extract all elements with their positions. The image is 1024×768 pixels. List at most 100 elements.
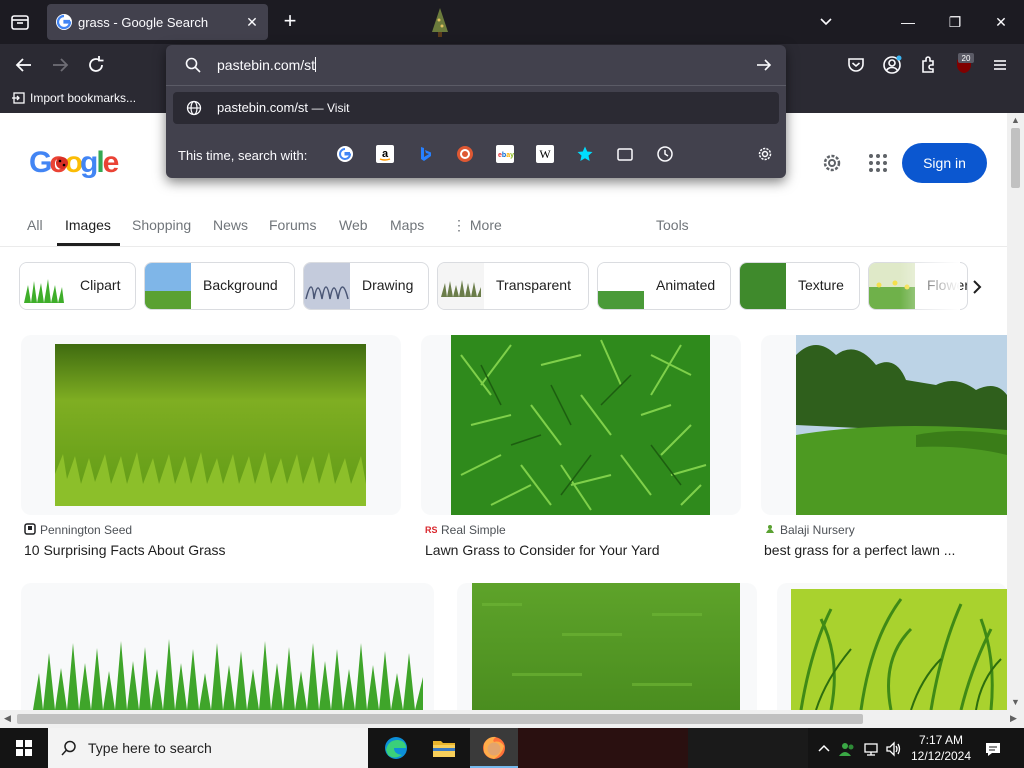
result-caption[interactable]: Lawn Grass to Consider for Your Yard	[425, 542, 660, 558]
tab-news[interactable]: News	[213, 217, 248, 233]
result-caption[interactable]: best grass for a perfect lawn ...	[764, 542, 955, 558]
tab-more[interactable]: ⋮ More	[452, 217, 502, 234]
tab-close-icon[interactable]: ✕	[242, 12, 262, 32]
grass-image-6[interactable]	[791, 589, 1007, 710]
reload-icon[interactable]	[84, 53, 108, 77]
ebay-engine-icon[interactable]: ebay	[496, 145, 514, 163]
google-doodle-logo[interactable]: Google	[29, 144, 121, 188]
tab-title: grass - Google Search	[78, 15, 209, 30]
scroll-down-arrow-icon[interactable]: ▼	[1011, 697, 1020, 707]
horizontal-scroll-thumb[interactable]	[17, 714, 863, 724]
duckduckgo-engine-icon[interactable]	[456, 145, 474, 163]
grass-image-1[interactable]	[55, 344, 366, 506]
chip-transparent[interactable]: Transparent	[437, 262, 589, 310]
tab-web[interactable]: Web	[339, 217, 368, 233]
url-suggestion[interactable]: pastebin.com/st — Visit	[173, 92, 779, 124]
show-hidden-icons-icon[interactable]	[815, 740, 833, 758]
chip-fade	[900, 261, 960, 311]
pocket-icon[interactable]	[844, 53, 868, 77]
minimize-icon[interactable]: —	[894, 8, 922, 36]
tab-list-icon[interactable]	[8, 10, 32, 34]
chip-texture[interactable]: Texture	[739, 262, 860, 310]
search-icon	[61, 740, 76, 756]
account-icon[interactable]	[880, 53, 904, 77]
garden-image-3[interactable]	[796, 335, 1007, 515]
taskbar-background-art	[518, 728, 688, 768]
restore-icon[interactable]: ❐	[941, 8, 969, 36]
tab-maps[interactable]: Maps	[390, 217, 424, 233]
suggestion-text: pastebin.com/st — Visit	[217, 100, 350, 115]
go-arrow-icon[interactable]	[754, 55, 774, 75]
close-window-icon[interactable]: ✕	[987, 8, 1015, 36]
bookmarks-star-icon[interactable]	[576, 145, 594, 163]
urlbar-dropdown: pastebin.com/st pastebin.com/st — Visit …	[166, 45, 786, 178]
firefox-icon[interactable]	[470, 728, 518, 768]
taskbar-search-box[interactable]: Type here to search	[48, 728, 368, 768]
vertical-scrollbar[interactable]: ▲ ▼	[1007, 113, 1024, 710]
new-tab-icon[interactable]: +	[278, 10, 302, 34]
balaji-favicon-icon	[764, 523, 776, 535]
forward-icon[interactable]	[48, 53, 72, 77]
tab-forums[interactable]: Forums	[269, 217, 316, 233]
chip-label: Background	[203, 277, 278, 293]
settings-gear-icon[interactable]	[820, 151, 844, 175]
tab-images[interactable]: Images	[65, 217, 111, 233]
scroll-right-arrow-icon[interactable]: ▶	[1010, 713, 1017, 724]
import-icon	[12, 92, 25, 104]
grass-image-4[interactable]	[33, 633, 423, 710]
url-input[interactable]: pastebin.com/st	[217, 57, 317, 73]
search-engine-row: This time, search with: a ebay W	[166, 138, 786, 170]
result-caption[interactable]: 10 Surprising Facts About Grass	[24, 542, 226, 558]
volume-icon[interactable]	[884, 740, 902, 758]
svg-text:a: a	[382, 148, 389, 160]
import-bookmarks-link[interactable]: Import bookmarks...	[12, 91, 136, 105]
file-explorer-icon[interactable]	[420, 728, 468, 768]
tab-google-search[interactable]: grass - Google Search ✕	[47, 4, 268, 40]
taskbar-background-art	[688, 728, 808, 768]
network-icon[interactable]	[862, 740, 880, 758]
wikipedia-engine-icon[interactable]: W	[536, 145, 554, 163]
list-all-tabs-icon[interactable]	[812, 8, 840, 36]
windows-start-icon[interactable]	[0, 728, 48, 768]
chip-background[interactable]: Background	[144, 262, 295, 310]
edge-icon[interactable]	[372, 728, 420, 768]
tab-tools[interactable]: Tools	[656, 217, 689, 233]
taskbar-clock[interactable]: 7:17 AM 12/12/2024	[906, 732, 976, 764]
chip-animated[interactable]: Animated	[597, 262, 731, 310]
back-icon[interactable]	[12, 53, 36, 77]
people-tray-icon[interactable]	[838, 740, 856, 758]
svg-text:ebay: ebay	[498, 152, 514, 159]
history-icon[interactable]	[656, 145, 674, 163]
grass-image-2[interactable]	[451, 335, 710, 515]
chevron-right-icon[interactable]	[965, 275, 989, 299]
extensions-icon[interactable]	[916, 53, 940, 77]
scroll-left-arrow-icon[interactable]: ◀	[4, 713, 11, 724]
bing-engine-icon[interactable]	[416, 145, 434, 163]
urlbar[interactable]: pastebin.com/st	[166, 45, 786, 85]
result-source: Balaji Nursery	[764, 523, 855, 537]
tab-shopping[interactable]: Shopping	[132, 217, 191, 233]
chip-thumbnail	[740, 263, 786, 309]
menu-icon[interactable]	[988, 53, 1012, 77]
windows-taskbar: Type here to search 7:17 AM 12/12/2024	[0, 728, 1024, 768]
horizontal-scrollbar[interactable]: ◀ ▶	[0, 710, 1024, 728]
vertical-scroll-thumb[interactable]	[1011, 128, 1020, 188]
lawn-image-5[interactable]	[472, 583, 740, 710]
taskbar-search-placeholder: Type here to search	[88, 740, 212, 756]
tabs-icon[interactable]	[616, 145, 634, 163]
scroll-up-arrow-icon[interactable]: ▲	[1011, 115, 1020, 125]
result-source: Pennington Seed	[24, 523, 132, 537]
chip-drawing[interactable]: Drawing	[303, 262, 429, 310]
notifications-icon[interactable]	[984, 740, 1002, 758]
search-settings-gear-icon[interactable]	[756, 145, 774, 163]
sign-in-button[interactable]: Sign in	[902, 143, 987, 183]
divider	[166, 85, 786, 86]
google-apps-icon[interactable]	[867, 152, 889, 174]
ublock-extension-icon[interactable]: 20	[952, 53, 976, 77]
svg-text:Google: Google	[29, 146, 119, 179]
chip-clipart[interactable]: Clipart	[19, 262, 136, 310]
amazon-engine-icon[interactable]: a	[376, 145, 394, 163]
google-engine-icon[interactable]	[336, 145, 354, 163]
pennington-favicon-icon	[24, 523, 36, 535]
tab-all[interactable]: All	[27, 217, 43, 233]
